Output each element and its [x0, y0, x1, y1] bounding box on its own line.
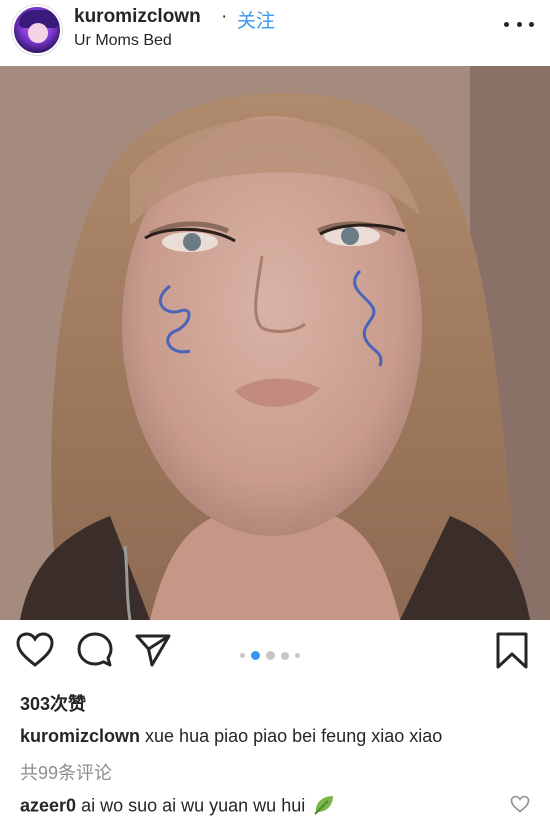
carousel-dot [266, 651, 275, 660]
carousel-dot [281, 651, 289, 660]
comment-text: ai wo suo ai wu yuan wu hui [81, 795, 306, 816]
post-location[interactable]: Ur Moms Bed [74, 32, 172, 50]
post-photo[interactable] [0, 66, 550, 620]
follow-button[interactable]: 关注 [237, 6, 275, 33]
post-username[interactable]: kuromizclown [74, 6, 201, 28]
heart-outline-icon[interactable] [510, 795, 532, 815]
caption-username[interactable]: kuromizclown [20, 726, 140, 746]
bookmark-icon[interactable] [494, 632, 534, 674]
separator-dot: · [221, 6, 228, 27]
avatar[interactable] [12, 5, 62, 55]
caption-text: xue hua piao piao bei feung xiao xiao [145, 726, 443, 746]
comment-username[interactable]: azeer0 [20, 795, 76, 815]
avatar-face [28, 23, 48, 43]
paper-plane-icon[interactable] [134, 632, 174, 674]
more-dots-icon[interactable] [504, 14, 534, 34]
carousel-indicator [240, 651, 300, 660]
selfie-image [0, 66, 550, 620]
post-caption: kuromizclown xue hua piao piao bei feung… [20, 726, 442, 747]
view-comments-link[interactable]: 共99条评论 [20, 759, 112, 785]
carousel-dot-active [251, 651, 260, 660]
leaf-emoji-icon [312, 793, 336, 820]
comment-bubble-icon[interactable] [76, 632, 116, 674]
carousel-dot [240, 653, 245, 658]
post-header: kuromizclown · 关注 Ur Moms Bed [0, 0, 550, 64]
top-comment: azeer0 ai wo suo ai wu yuan wu hui [20, 793, 336, 820]
likes-count[interactable]: 303次赞 [20, 690, 86, 716]
heart-icon[interactable] [16, 632, 56, 674]
carousel-dot [295, 653, 300, 658]
